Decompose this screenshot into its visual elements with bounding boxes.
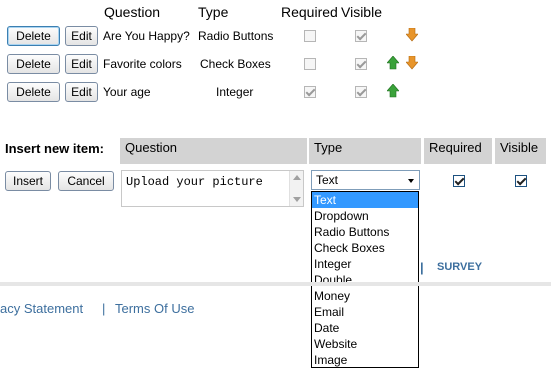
scroll-down-icon[interactable] [293, 197, 301, 202]
textarea-scrollbar[interactable] [289, 171, 303, 206]
edit-button[interactable]: Edit [65, 26, 98, 46]
nav-link-survey[interactable]: SURVEY [437, 261, 482, 273]
type-option-dropdown[interactable]: Dropdown [312, 208, 418, 224]
type-option-integer[interactable]: Integer [312, 256, 418, 272]
nav-separator: | [420, 260, 424, 275]
question-text: Favorite colors [103, 57, 182, 71]
insert-button[interactable]: Insert [5, 171, 51, 191]
question-text: Are You Happy? [103, 29, 190, 43]
header-type: Type [198, 4, 229, 20]
type-text: Radio Buttons [198, 29, 274, 43]
footer-link-privacy[interactable]: acy Statement [0, 301, 83, 316]
insert-visible-checkbox[interactable] [515, 175, 527, 187]
visible-checkbox [355, 30, 367, 42]
chevron-down-icon [408, 179, 414, 183]
required-checkbox [304, 58, 316, 70]
delete-button[interactable]: Delete [7, 82, 60, 102]
type-option-check-boxes[interactable]: Check Boxes [312, 240, 418, 256]
question-textarea-value: Upload your picture [126, 175, 263, 189]
type-text: Integer [216, 85, 254, 99]
question-text: Your age [103, 85, 151, 99]
insert-header-visible: Visible [495, 138, 546, 164]
type-dropdown-list[interactable]: Text Dropdown Radio Buttons Check Boxes … [311, 191, 419, 368]
type-option-website[interactable]: Website [312, 336, 418, 352]
header-visible: Visible [341, 4, 382, 20]
type-option-email[interactable]: Email [312, 304, 418, 320]
cancel-button[interactable]: Cancel [58, 171, 114, 191]
type-select-value: Text [316, 173, 339, 187]
move-down-arrow-icon[interactable] [406, 28, 418, 42]
delete-button[interactable]: Delete [7, 26, 60, 46]
insert-label: Insert new item: [5, 141, 104, 156]
move-up-arrow-icon[interactable] [387, 84, 399, 98]
type-option-money[interactable]: Money [312, 288, 418, 304]
type-option-text[interactable]: Text [312, 192, 418, 208]
type-text: Check Boxes [200, 57, 271, 71]
insert-header-type: Type [309, 138, 421, 164]
header-required: Required [281, 4, 338, 20]
type-option-radio-buttons[interactable]: Radio Buttons [312, 224, 418, 240]
delete-button[interactable]: Delete [7, 54, 60, 74]
visible-checkbox [355, 86, 367, 98]
footer-link-terms[interactable]: Terms Of Use [115, 301, 194, 316]
required-checkbox [304, 30, 316, 42]
move-down-arrow-icon[interactable] [406, 56, 418, 70]
insert-required-checkbox[interactable] [453, 175, 465, 187]
edit-button[interactable]: Edit [65, 82, 98, 102]
scroll-up-icon[interactable] [293, 175, 301, 180]
insert-header-required: Required [424, 138, 492, 164]
type-option-date[interactable]: Date [312, 320, 418, 336]
question-textarea[interactable]: Upload your picture [121, 170, 304, 207]
move-up-arrow-icon[interactable] [387, 56, 399, 70]
edit-button[interactable]: Edit [65, 54, 98, 74]
insert-header-question: Question [120, 138, 307, 164]
type-select[interactable]: Text [311, 170, 420, 190]
required-checkbox [304, 86, 316, 98]
visible-checkbox [355, 58, 367, 70]
footer-separator: | [102, 301, 106, 316]
header-question: Question [104, 4, 161, 20]
footer-divider [0, 282, 551, 286]
type-option-image[interactable]: Image [312, 352, 418, 368]
